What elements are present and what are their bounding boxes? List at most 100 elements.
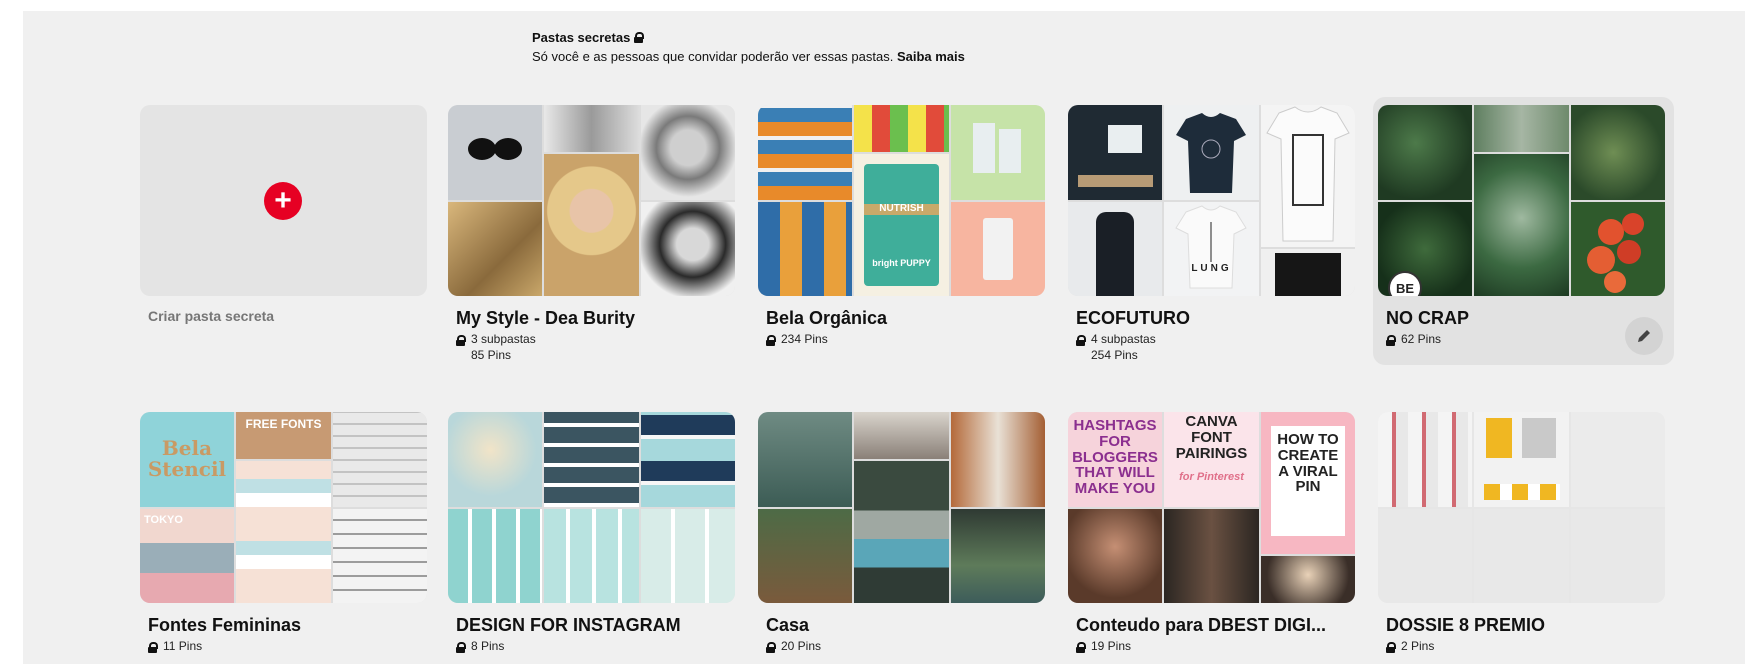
pin-image — [1164, 509, 1259, 603]
pin-image: LUNG — [1164, 202, 1259, 296]
pin-image — [758, 412, 852, 507]
board-card[interactable]: NUTRISH bright PUPPY Bela Orgânica 234 P… — [758, 105, 1047, 347]
board-title: NO CRAP — [1386, 308, 1470, 328]
tshirt-image — [1176, 113, 1246, 193]
lock-icon — [1076, 642, 1086, 653]
board-title: Casa — [766, 615, 810, 635]
lock-icon — [456, 642, 466, 653]
board-cover: NUTRISH bright PUPPY — [758, 105, 1045, 296]
sunglasses-image — [468, 138, 522, 160]
pin-image — [448, 412, 542, 507]
pin-image — [1378, 105, 1472, 200]
pin-image — [758, 105, 852, 200]
pin-image — [758, 202, 852, 296]
pin-image — [544, 509, 639, 603]
pin-image — [1474, 509, 1569, 603]
board-pin-count: 19 Pins — [1091, 639, 1132, 653]
lock-icon — [148, 642, 158, 653]
board-title: Conteudo para DBEST DIGI... — [1076, 615, 1327, 635]
pin-text: NUTRISH — [864, 203, 939, 215]
pin-image — [1261, 105, 1355, 247]
board-card[interactable]: DESIGN FOR INSTAGRAM 8 Pins — [448, 412, 737, 654]
pin-image — [1068, 105, 1162, 200]
pin-image — [854, 105, 949, 152]
pin-text: bright PUPPY — [872, 258, 931, 268]
lock-icon — [766, 642, 776, 653]
board-subfolders: 4 subpastas — [1091, 332, 1156, 346]
learn-more-link[interactable]: Saiba mais — [897, 49, 965, 64]
board-cover — [1378, 412, 1665, 603]
pin-image — [544, 412, 639, 507]
pin-image — [1474, 412, 1569, 507]
pin-image — [333, 412, 427, 507]
pin-image — [854, 412, 949, 459]
pin-image — [1474, 154, 1569, 296]
board-card[interactable]: Casa 20 Pins — [758, 412, 1047, 654]
board-pin-count: 234 Pins — [781, 332, 828, 346]
board-cover: BE — [1378, 105, 1665, 296]
pin-text: HASHTAGS FOR BLOGGERS THAT WILL MAKE YOU — [1072, 417, 1158, 497]
board-title: ECOFUTURO — [1076, 308, 1190, 328]
pin-image: HASHTAGS FOR BLOGGERS THAT WILL MAKE YOU — [1068, 412, 1162, 507]
pin-image — [448, 105, 542, 200]
pin-image — [641, 412, 735, 507]
secret-boards-header: Pastas secretas Só você e as pessoas que… — [532, 30, 965, 64]
pin-image — [544, 154, 639, 296]
pin-image — [1571, 412, 1665, 507]
pin-image: HOW TO CREATE A VIRAL PIN — [1261, 412, 1355, 554]
board-title: DESIGN FOR INSTAGRAM — [456, 615, 681, 635]
pin-text: FREE FONTS — [245, 417, 322, 431]
board-pin-count: 62 Pins — [1401, 332, 1442, 346]
pin-image — [758, 509, 852, 603]
pin-image — [448, 202, 542, 296]
pin-image — [951, 412, 1045, 507]
lock-icon — [1386, 335, 1396, 346]
pin-image — [641, 509, 735, 603]
pin-image: Bela Stencil — [140, 412, 234, 507]
pin-text: LUNG — [1191, 263, 1232, 274]
edit-board-button[interactable] — [1625, 317, 1663, 355]
pin-text: TOKYO — [144, 514, 183, 526]
pin-image: TOKYO — [140, 509, 234, 603]
pin-text: for Pinterest — [1179, 471, 1244, 483]
board-card[interactable]: DOSSIE 8 PREMIO 2 Pins — [1378, 412, 1667, 654]
pin-image — [236, 461, 331, 603]
pin-image: FREE FONTS — [236, 412, 331, 459]
lock-icon — [766, 335, 776, 346]
create-secret-board-tile[interactable]: + — [140, 105, 427, 296]
lock-icon — [1386, 642, 1396, 653]
pencil-icon — [1638, 330, 1650, 342]
pin-image — [1571, 509, 1665, 603]
pin-image — [1571, 202, 1665, 296]
board-cover — [448, 105, 735, 296]
pin-image — [1068, 202, 1162, 296]
board-card[interactable]: My Style - Dea Burity 3 subpastas 85 Pin… — [448, 105, 737, 363]
board-title: My Style - Dea Burity — [456, 308, 636, 328]
header-subtitle: Só você e as pessoas que convidar poderã… — [532, 49, 894, 64]
pin-image — [1261, 249, 1355, 296]
pin-text: Bela Stencil — [147, 436, 227, 481]
board-card[interactable]: HASHTAGS FOR BLOGGERS THAT WILL MAKE YOU… — [1068, 412, 1357, 654]
board-card[interactable]: LUNG ECOFUTURO 4 subpastas 254 Pins — [1068, 105, 1357, 363]
plus-icon[interactable]: + — [264, 182, 302, 220]
board-cover — [448, 412, 735, 603]
pin-image — [854, 461, 949, 603]
board-pin-count: 254 Pins — [1091, 348, 1138, 362]
pin-image — [1571, 105, 1665, 200]
board-card[interactable]: BE NO CRAP 62 Pins — [1378, 105, 1667, 347]
pin-image — [1164, 105, 1259, 200]
tshirt-image — [1175, 205, 1247, 289]
pin-image — [1378, 509, 1472, 603]
board-pin-count: 85 Pins — [471, 348, 512, 362]
pin-image — [333, 509, 427, 603]
board-card[interactable]: Bela Stencil TOKYO FREE FONTS Fontes Fem… — [140, 412, 429, 654]
board-title: Bela Orgânica — [766, 308, 888, 328]
create-secret-board-label[interactable]: Criar pasta secreta — [148, 308, 274, 324]
tomatoes-image — [1587, 213, 1644, 293]
board-title: Fontes Femininas — [148, 615, 302, 635]
pin-image — [1068, 509, 1162, 603]
header-title: Pastas secretas — [532, 30, 631, 45]
tshirt-image — [1266, 106, 1350, 242]
board-pin-count: 20 Pins — [781, 639, 822, 653]
lock-icon — [634, 32, 645, 43]
